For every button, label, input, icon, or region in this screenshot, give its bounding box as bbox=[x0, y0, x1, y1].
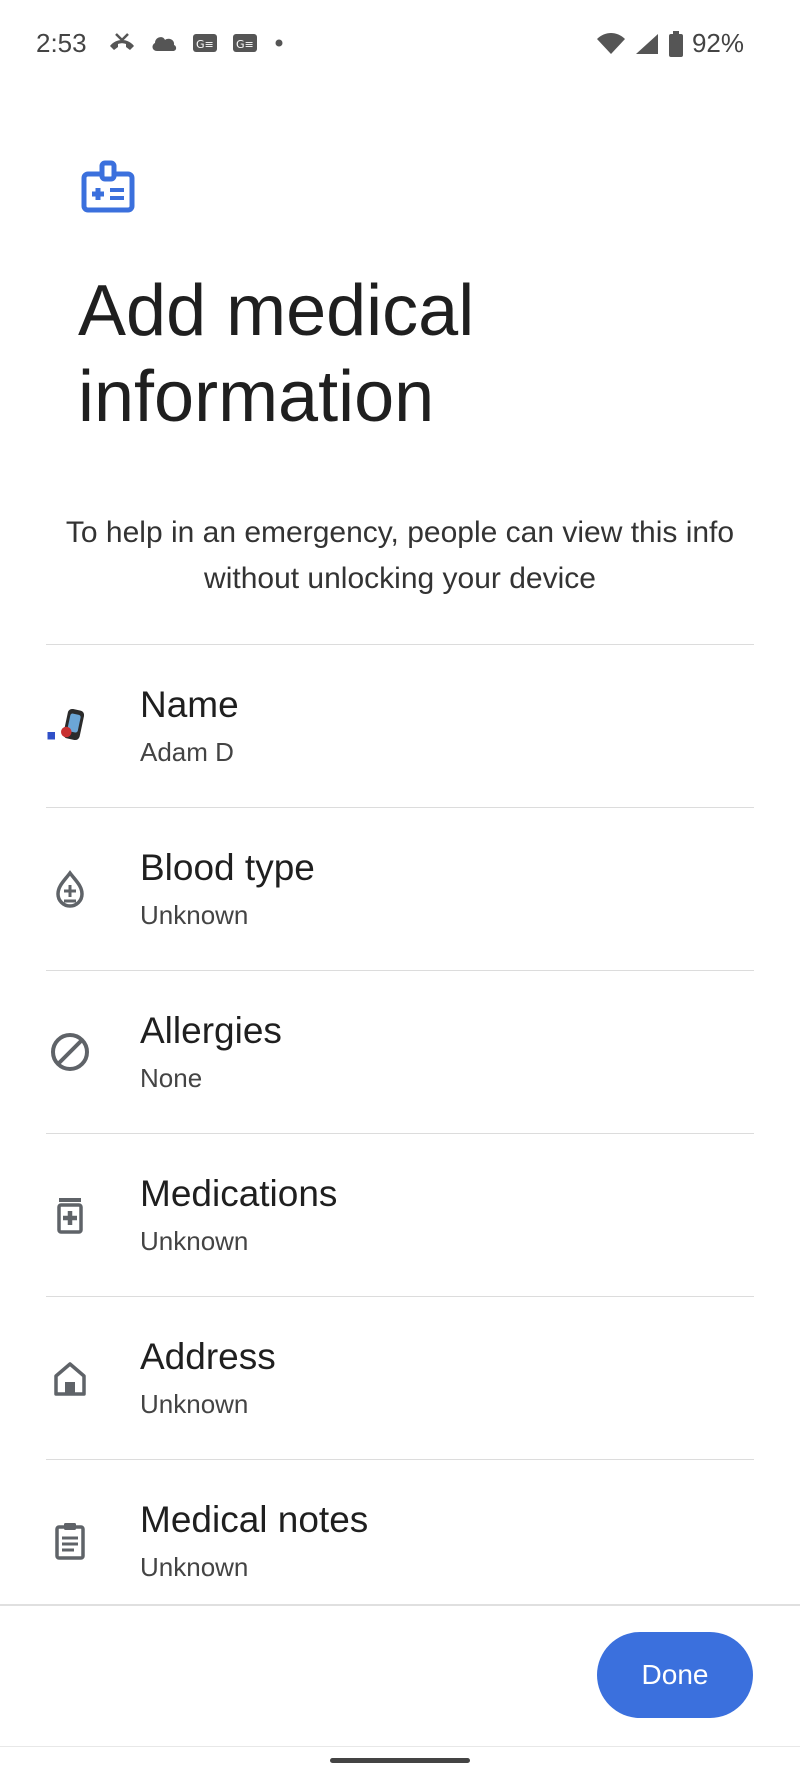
item-value: Unknown bbox=[140, 1226, 249, 1256]
status-system-icons: 92% bbox=[596, 28, 744, 59]
avatar-image bbox=[47, 708, 85, 741]
list-item-allergies[interactable]: Allergies None bbox=[46, 970, 754, 1133]
cloud-icon bbox=[152, 37, 177, 51]
medical-info-list: Name Adam D Blood type Unknown Allergies… bbox=[46, 644, 754, 1622]
item-label: Blood type bbox=[140, 847, 315, 888]
nav-bar-divider bbox=[0, 1746, 800, 1747]
news-icon: G≡ bbox=[233, 34, 257, 52]
row-text: Medications Unknown bbox=[140, 1172, 337, 1257]
item-value: Unknown bbox=[140, 1552, 249, 1582]
missed-call-icon bbox=[110, 33, 134, 50]
list-item-name[interactable]: Name Adam D bbox=[46, 644, 754, 807]
status-time: 2:53 bbox=[36, 28, 87, 58]
block-icon bbox=[46, 1028, 94, 1076]
clipboard-icon bbox=[46, 1517, 94, 1565]
item-label: Medical notes bbox=[140, 1499, 369, 1540]
item-label: Medications bbox=[140, 1173, 338, 1214]
footer-divider bbox=[0, 1604, 800, 1606]
item-value: Unknown bbox=[140, 900, 249, 930]
row-text: Blood type Unknown bbox=[140, 846, 315, 931]
battery-icon bbox=[668, 30, 683, 57]
list-item-blood-type[interactable]: Blood type Unknown bbox=[46, 807, 754, 970]
blood-drop-icon bbox=[46, 865, 94, 913]
item-label: Address bbox=[140, 1336, 276, 1377]
svg-text:G≡: G≡ bbox=[236, 38, 254, 51]
svg-text:G≡: G≡ bbox=[196, 38, 214, 51]
done-button[interactable]: Done bbox=[597, 1632, 753, 1718]
item-label: Name bbox=[140, 684, 239, 725]
news-icon: G≡ bbox=[193, 34, 217, 52]
medication-icon bbox=[46, 1191, 94, 1239]
row-text: Allergies None bbox=[140, 1009, 282, 1094]
item-label: Allergies bbox=[140, 1010, 282, 1051]
page-title: Add medical information bbox=[78, 271, 475, 437]
item-value: Unknown bbox=[140, 1389, 249, 1419]
page-subtitle: To help in an emergency, people can view… bbox=[65, 516, 735, 595]
medical-id-icon bbox=[81, 160, 135, 213]
battery-percent: 92% bbox=[691, 28, 744, 58]
row-text: Name Adam D bbox=[140, 683, 239, 768]
row-text: Address Unknown bbox=[140, 1335, 276, 1420]
row-text: Medical notes Unknown bbox=[140, 1498, 368, 1583]
list-item-address[interactable]: Address Unknown bbox=[46, 1296, 754, 1459]
wifi-icon bbox=[596, 32, 625, 54]
gesture-nav-handle[interactable] bbox=[330, 1758, 470, 1763]
status-notification-icons: G≡ G≡ bbox=[108, 32, 286, 54]
avatar bbox=[46, 702, 94, 750]
list-item-medications[interactable]: Medications Unknown bbox=[46, 1133, 754, 1296]
home-icon bbox=[46, 1354, 94, 1402]
list-item-medical-notes[interactable]: Medical notes Unknown bbox=[46, 1459, 754, 1622]
status-bar: 2:53 G≡ G≡ 92% bbox=[0, 0, 800, 92]
item-value: None bbox=[140, 1063, 203, 1093]
item-value: Adam D bbox=[140, 737, 234, 767]
dot-icon bbox=[275, 39, 283, 47]
signal-icon bbox=[635, 33, 658, 54]
